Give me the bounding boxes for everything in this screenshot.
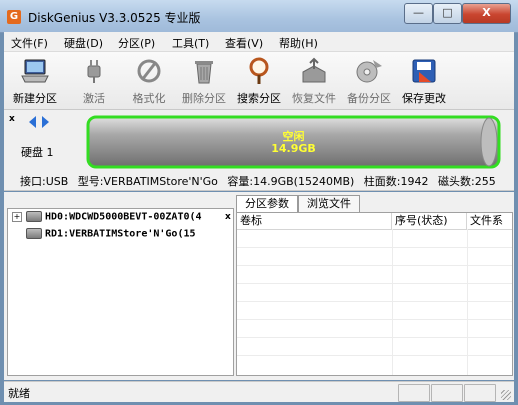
backup-disc-icon — [356, 60, 382, 83]
status-cell — [431, 384, 463, 402]
new-partition-label: 新建分区 — [13, 92, 57, 105]
column-header-filesystem[interactable]: 文件系 — [467, 213, 512, 229]
toolbar: 新建分区 激活 格式化 删除分区 搜索分区 恢复文件 备份分区 保存更改 — [4, 52, 514, 110]
column-header-index[interactable]: 序号(状态) — [392, 213, 467, 229]
grid-row-line — [237, 301, 512, 302]
backup-partition-button[interactable]: 备份分区 — [342, 54, 396, 106]
delete-partition-button[interactable]: 删除分区 — [177, 54, 231, 106]
menu-disk[interactable]: 硬盘(D) — [64, 35, 103, 51]
title-bar[interactable]: G DiskGenius V3.3.0525 专业版 — □ X — [0, 0, 518, 33]
diskgenius-window: G DiskGenius V3.3.0525 专业版 — □ X 文件(F) 硬… — [0, 0, 518, 405]
tree-item-rd1[interactable]: RD1:VERBATIMStore'N'Go(15 — [12, 228, 196, 240]
main-area: x + HD0:WDCWD5000BEVT-00ZAT0(4 RD1:VERBAT… — [4, 192, 514, 380]
restore-files-label: 恢复文件 — [292, 92, 336, 105]
grid-divider — [392, 229, 393, 375]
grid-row-line — [237, 355, 512, 356]
status-cell — [398, 384, 430, 402]
tree-item-rd1-label: RD1:VERBATIMStore'N'Go(15 — [45, 228, 196, 240]
search-partition-button[interactable]: 搜索分区 — [232, 54, 286, 106]
magnifier-icon — [249, 57, 269, 84]
partition-size-label: 14.9GB — [271, 142, 316, 155]
close-button[interactable]: X — [462, 3, 511, 24]
save-changes-icon — [412, 59, 436, 83]
partition-table: 卷标 序号(状态) 文件系 — [236, 212, 513, 376]
search-partition-label: 搜索分区 — [237, 92, 281, 105]
menu-help[interactable]: 帮助(H) — [279, 35, 318, 51]
activate-button[interactable]: 激活 — [67, 54, 121, 106]
grid-row-line — [237, 283, 512, 284]
delete-partition-label: 删除分区 — [182, 92, 226, 105]
restore-files-button[interactable]: 恢复文件 — [287, 54, 341, 106]
tab-strip: 分区参数 浏览文件 — [236, 195, 511, 212]
new-partition-icon — [21, 59, 49, 83]
tab-partition-params[interactable]: 分区参数 — [236, 195, 298, 212]
tree-connector — [12, 229, 22, 239]
disk-label: 硬盘 1 — [21, 146, 54, 159]
trash-icon — [195, 61, 213, 84]
close-icon[interactable]: x — [9, 114, 15, 124]
menu-bar: 文件(F) 硬盘(D) 分区(P) 工具(T) 查看(V) 帮助(H) — [4, 32, 514, 52]
restore-files-icon — [302, 57, 326, 83]
previous-disk-icon[interactable] — [29, 116, 36, 128]
table-header: 卷标 序号(状态) 文件系 — [237, 213, 512, 230]
status-cell — [464, 384, 496, 402]
new-partition-button[interactable]: 新建分区 — [8, 54, 62, 106]
tab-browse-files[interactable]: 浏览文件 — [298, 195, 360, 212]
save-changes-label: 保存更改 — [402, 92, 446, 105]
tree-item-hd0[interactable]: + HD0:WDCWD5000BEVT-00ZAT0(4 — [12, 211, 202, 223]
hard-disk-icon — [26, 211, 42, 222]
status-text: 就绪 — [8, 387, 30, 400]
disk-model: 型号:VERBATIMStore'N'Go — [77, 175, 218, 188]
next-disk-icon[interactable] — [42, 116, 49, 128]
save-changes-button[interactable]: 保存更改 — [397, 54, 451, 106]
app-icon: G — [7, 10, 21, 24]
format-button[interactable]: 格式化 — [122, 54, 176, 106]
expand-icon[interactable]: + — [12, 211, 22, 222]
window-title: DiskGenius V3.3.0525 专业版 — [28, 11, 201, 25]
menu-file[interactable]: 文件(F) — [11, 35, 48, 51]
format-icon — [137, 59, 161, 83]
disk-tree: x + HD0:WDCWD5000BEVT-00ZAT0(4 RD1:VERBAT… — [7, 208, 234, 376]
menu-view[interactable]: 查看(V) — [225, 35, 263, 51]
minimize-button[interactable]: — — [404, 3, 433, 24]
usb-disk-icon — [26, 228, 42, 239]
column-header-volume[interactable]: 卷标 — [237, 213, 392, 229]
disk-info-line: 接口:USB 型号:VERBATIMStore'N'Go 容量:14.9GB(1… — [20, 173, 502, 189]
activate-label: 激活 — [83, 92, 105, 105]
menu-partition[interactable]: 分区(P) — [118, 35, 155, 51]
format-label: 格式化 — [132, 92, 166, 105]
tree-close-icon[interactable]: x — [225, 212, 231, 222]
grid-row-line — [237, 319, 512, 320]
grid-row-line — [237, 265, 512, 266]
menu-tools[interactable]: 工具(T) — [172, 35, 209, 51]
backup-partition-label: 备份分区 — [347, 92, 391, 105]
maximize-button[interactable]: □ — [433, 3, 462, 24]
tree-item-hd0-label: HD0:WDCWD5000BEVT-00ZAT0(4 — [45, 211, 202, 223]
disk-cylinders: 柱面数:1942 — [363, 175, 429, 188]
disk-panel: x 硬盘 1 空闲 14.9GB 接口:USB 型号:VERBATIMStore… — [4, 110, 514, 191]
resize-grip[interactable] — [501, 390, 511, 400]
plug-icon — [87, 60, 101, 83]
disk-capacity: 容量:14.9GB(15240MB) — [227, 175, 355, 188]
disk-heads: 磁头数:255 — [438, 175, 496, 188]
grid-divider — [467, 229, 468, 375]
status-bar: 就绪 — [4, 381, 514, 402]
grid-row-line — [237, 247, 512, 248]
disk-interface: 接口:USB — [20, 175, 69, 188]
grid-row-line — [237, 337, 512, 338]
